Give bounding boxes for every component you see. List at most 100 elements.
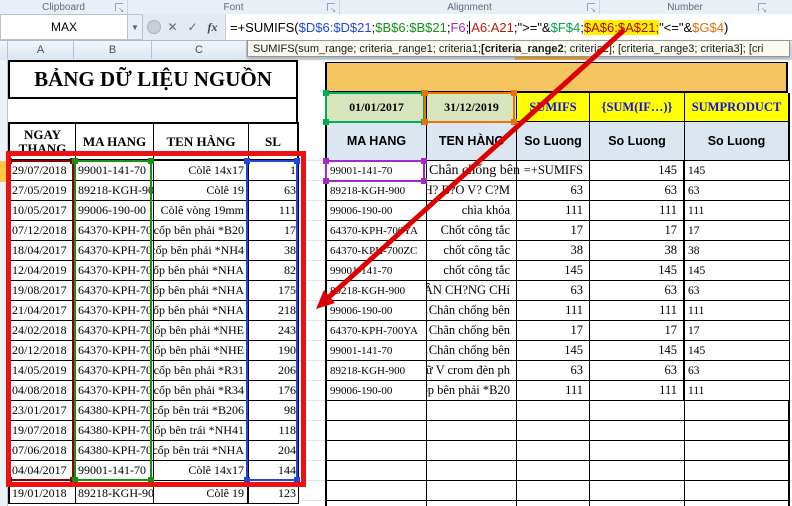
cell-sumproduct-value[interactable]: 111 — [685, 381, 790, 401]
cell-name[interactable]: Chân chống bên — [427, 161, 517, 181]
cell-code[interactable]: 64370-KPH-700YA — [327, 221, 427, 241]
cell-empty[interactable] — [590, 441, 685, 461]
cell-code[interactable]: 64370-KPH-70 — [76, 301, 154, 321]
cell-sumif-array-value[interactable]: 63 — [590, 361, 685, 381]
cell-empty[interactable] — [590, 481, 685, 501]
column-header-b[interactable]: B — [74, 40, 152, 59]
cell-name[interactable]: cốp bên phải *B20 — [427, 381, 517, 401]
cell-sumproduct-value[interactable]: 145 — [685, 261, 790, 281]
cell-empty[interactable] — [327, 401, 427, 421]
cell-code[interactable]: 64370-KPH-70 — [76, 381, 154, 401]
cell-name[interactable]: cốp bên phải *NHE — [154, 321, 249, 341]
cell-sumif-array-value[interactable]: 111 — [590, 381, 685, 401]
cell-empty[interactable] — [590, 461, 685, 481]
cell-qty[interactable]: 218 — [249, 301, 299, 321]
method-header-sumifs[interactable]: SUMIFS — [517, 93, 590, 122]
column-header-cell[interactable]: MA HANG — [76, 124, 154, 159]
column-header-cell[interactable]: MA HANG — [327, 122, 427, 161]
cell-empty[interactable] — [427, 481, 517, 501]
cell-date[interactable]: 10/05/2017 — [10, 201, 76, 221]
column-header-a[interactable]: A — [8, 40, 74, 59]
cell-empty[interactable] — [327, 501, 427, 506]
cell-name[interactable]: Chân chống bên — [427, 301, 517, 321]
cell-code[interactable]: 64370-KPH-700YA — [327, 321, 427, 341]
cell-code[interactable]: 89218-KGH-90 — [76, 181, 154, 201]
cell-name[interactable]: CH? B?O V? C?M — [427, 181, 517, 201]
cell[interactable]: 123 — [249, 484, 299, 504]
cell-empty[interactable] — [590, 401, 685, 421]
column-header-cell[interactable]: TEN HÀNG — [154, 124, 249, 159]
cell-empty[interactable] — [685, 441, 790, 461]
cell-date[interactable]: 24/02/2018 — [10, 321, 76, 341]
select-all-corner[interactable] — [0, 40, 8, 59]
cell-date[interactable]: 18/04/2017 — [10, 241, 76, 261]
cell-code[interactable]: 99006-190-00 — [76, 201, 154, 221]
cell-empty[interactable] — [427, 421, 517, 441]
column-header-cell[interactable]: So Luong — [685, 122, 790, 161]
cell-code[interactable]: 64370-KPH-70 — [76, 321, 154, 341]
cell-sumproduct-value[interactable]: 17 — [685, 221, 790, 241]
cell-sumifs-value[interactable]: 17 — [517, 221, 590, 241]
cell-sumproduct-value[interactable]: 63 — [685, 361, 790, 381]
cell-code[interactable]: 64370-KPH-70 — [76, 341, 154, 361]
cell-code[interactable]: 99001-141-70 — [76, 461, 154, 481]
cell-sumif-array-value[interactable]: 38 — [590, 241, 685, 261]
dialog-launcher-icon[interactable]: ↘ — [115, 3, 123, 11]
cell-qty[interactable]: 98 — [249, 401, 299, 421]
cell-code[interactable]: 64380-KPH-70 — [76, 401, 154, 421]
cell-name[interactable]: Còlê 19 — [154, 181, 249, 201]
cell-qty[interactable]: 206 — [249, 361, 299, 381]
cell[interactable]: Còlê 19 — [154, 484, 249, 504]
cell-sumif-array-value[interactable]: 145 — [590, 161, 685, 181]
cell-empty[interactable] — [590, 501, 685, 506]
name-box[interactable]: MAX — [0, 14, 128, 40]
cell-empty[interactable] — [427, 441, 517, 461]
column-header-cell[interactable]: TEN HÀNG — [427, 122, 517, 161]
enter-icon[interactable]: ✓ — [184, 18, 201, 36]
cell-sumif-array-value[interactable]: 17 — [590, 221, 685, 241]
cell-sumproduct-value[interactable]: 63 — [685, 281, 790, 301]
cell-name[interactable]: Chân chống bên — [427, 341, 517, 361]
cell-name[interactable]: Chốt công tắc — [427, 221, 517, 241]
cell-empty[interactable] — [427, 461, 517, 481]
cell-empty[interactable] — [685, 461, 790, 481]
cell-sumproduct-value[interactable]: 111 — [685, 201, 790, 221]
cell-name[interactable]: cốp bên phải *NHA — [154, 301, 249, 321]
cell-date-to[interactable]: 31/12/2019 — [427, 93, 517, 122]
cell-sumifs-value[interactable]: 111 — [517, 201, 590, 221]
cell-sumproduct-value[interactable]: 17 — [685, 321, 790, 341]
cell[interactable]: 19/01/2018 — [10, 484, 76, 504]
cell-date[interactable]: 07/06/2018 — [10, 441, 76, 461]
cell-empty[interactable] — [327, 461, 427, 481]
cell-date[interactable]: 21/04/2017 — [10, 301, 76, 321]
cell-code[interactable]: 64370-KPH-70 — [76, 261, 154, 281]
cell-name[interactable]: cốp bên phải *NH4 — [154, 241, 249, 261]
cell-qty[interactable]: 63 — [249, 181, 299, 201]
cell-empty[interactable] — [685, 501, 790, 506]
cell-name[interactable]: CHÂN CH?NG CHí — [427, 281, 517, 301]
cell-qty[interactable]: 1 — [249, 161, 299, 181]
cell-code[interactable]: 99001-141-70 — [76, 161, 154, 181]
cell-date[interactable]: 19/08/2017 — [10, 281, 76, 301]
cell-qty[interactable]: 17 — [249, 221, 299, 241]
cell-name[interactable]: Còlê 14x17 — [154, 161, 249, 181]
cell-name[interactable]: cốp bên phải *R31 — [154, 361, 249, 381]
cell-qty[interactable]: 82 — [249, 261, 299, 281]
cell-sumifs-value[interactable]: 111 — [517, 301, 590, 321]
cell-empty[interactable] — [685, 421, 790, 441]
dialog-launcher-icon[interactable]: ↘ — [587, 3, 595, 11]
insert-function-icon[interactable]: fx — [204, 18, 221, 36]
cell-empty[interactable] — [517, 441, 590, 461]
cell-name[interactable]: cốp bên phải *B20 — [154, 221, 249, 241]
cell-code[interactable]: 64370-KPH-70 — [76, 281, 154, 301]
cell-code[interactable]: 99006-190-00 — [327, 301, 427, 321]
cell-empty[interactable] — [517, 401, 590, 421]
cell-name[interactable]: cốp bên trái *B206 — [154, 401, 249, 421]
cell-empty[interactable] — [517, 461, 590, 481]
cell-date[interactable]: 04/08/2018 — [10, 381, 76, 401]
cell-empty[interactable] — [517, 481, 590, 501]
cell-sumifs-value[interactable]: 63 — [517, 361, 590, 381]
cell-empty[interactable] — [427, 501, 517, 506]
cell-code[interactable]: 99001-141-70 — [327, 161, 427, 181]
cell-qty[interactable]: 111 — [249, 201, 299, 221]
